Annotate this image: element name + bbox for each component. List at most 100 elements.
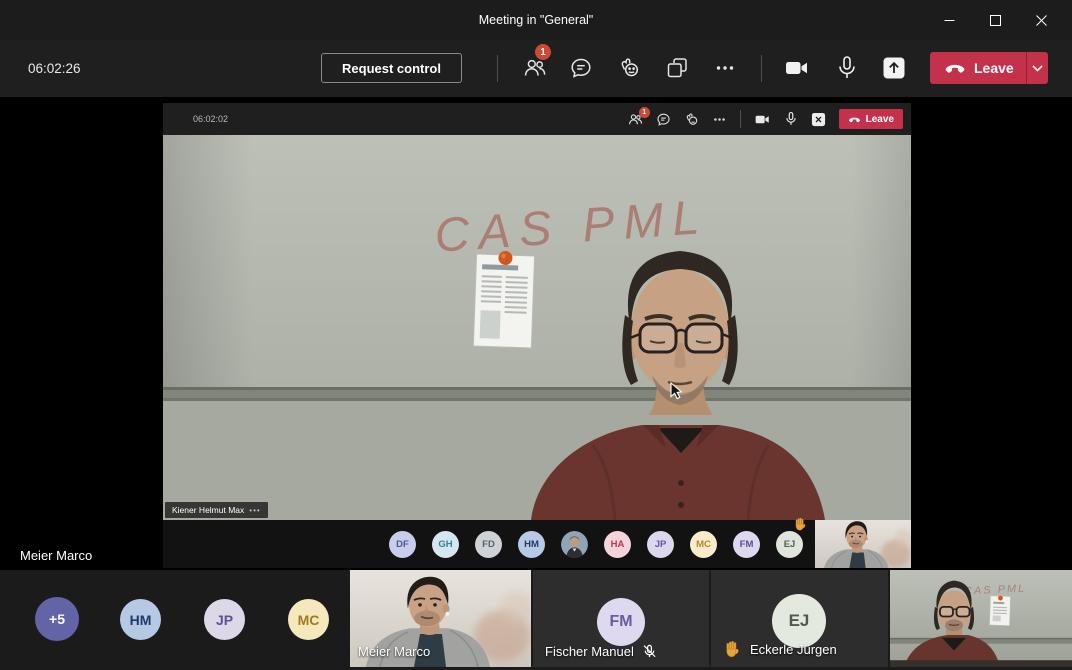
minimize-icon: [944, 15, 955, 26]
more-options-button[interactable]: [703, 48, 747, 88]
more-options-icon: •••: [249, 506, 260, 515]
avatar-initials: HA: [611, 539, 625, 550]
chat-icon: [569, 56, 593, 80]
whiteboard-video-scene: CAS PML: [163, 135, 911, 520]
leave-options-button[interactable]: [1026, 52, 1048, 84]
participant-avatar[interactable]: MC: [690, 531, 717, 558]
close-button[interactable]: [1018, 0, 1064, 40]
avatar-initials: HM: [524, 539, 539, 550]
stage-presenter-name: Meier Marco: [20, 548, 92, 563]
participant-avatar[interactable]: HM: [518, 531, 545, 558]
share-screen-button[interactable]: [872, 48, 916, 88]
participants-badge: 1: [639, 107, 650, 118]
toolbar-divider: [497, 55, 498, 82]
stop-share-icon: [811, 112, 826, 127]
participant-avatar[interactable]: JP: [647, 531, 674, 558]
shared-stop-share-button: [811, 112, 826, 127]
avatar-initials: MC: [696, 539, 711, 550]
shared-participant-strip: DF GH FD HM HA JP: [163, 520, 911, 568]
mic-off-icon: [642, 644, 657, 659]
participants-badge: 1: [535, 44, 551, 60]
shared-participants-button: 1: [628, 112, 643, 127]
pinned-paper: [473, 250, 534, 348]
avatar-initials: GH: [438, 539, 452, 550]
self-view-scene: [815, 520, 911, 568]
shared-self-view-video[interactable]: [815, 520, 911, 568]
leave-button[interactable]: Leave: [930, 52, 1026, 84]
participant-avatar[interactable]: JP: [204, 599, 245, 640]
chevron-down-icon: [1032, 65, 1043, 72]
shared-leave-button: Leave: [839, 109, 903, 129]
shared-reactions-button: [684, 112, 699, 127]
maximize-button[interactable]: [972, 0, 1018, 40]
request-control-button[interactable]: Request control: [321, 53, 462, 83]
meeting-toolbar: 06:02:26 Request control 1: [0, 40, 1072, 97]
reactions-icon: [617, 56, 641, 80]
audio-tile-fischer-manuel[interactable]: FM Fischer Manuel: [533, 570, 709, 667]
participant-name: Meier Marco: [358, 644, 430, 659]
camera-button[interactable]: [775, 48, 819, 88]
chat-button[interactable]: [559, 48, 603, 88]
avatar-initials: FM: [740, 539, 754, 550]
microphone-button[interactable]: [825, 48, 869, 88]
microphone-icon: [784, 111, 798, 127]
shared-screen-content[interactable]: 06:02:02 1: [163, 103, 911, 568]
avatar-initials: DF: [396, 539, 409, 550]
breakout-rooms-icon: [665, 56, 689, 80]
participant-avatar[interactable]: GH: [432, 531, 459, 558]
participants-button[interactable]: 1: [513, 48, 557, 88]
breakout-rooms-button[interactable]: [655, 48, 699, 88]
shared-camera-button: [754, 112, 771, 127]
audio-tile-eckerle-juergen[interactable]: EJ Eckerle Jürgen: [711, 570, 888, 667]
shared-more-options-button: [712, 112, 727, 127]
overflow-participants-avatar[interactable]: +5: [35, 597, 79, 641]
raised-hand-icon: [793, 517, 808, 532]
participant-avatar[interactable]: MC: [288, 599, 329, 640]
participant-avatar[interactable]: FM: [733, 531, 760, 558]
share-screen-icon: [882, 56, 906, 80]
overflow-count: +5: [49, 611, 65, 627]
shared-meeting-timer: 06:02:02: [193, 103, 228, 135]
window-title: Meeting in "General": [0, 0, 1072, 40]
toolbar-divider: [740, 110, 741, 128]
avatar-initials: JP: [216, 612, 233, 628]
camera-icon: [784, 56, 810, 80]
video-tile-whiteboard[interactable]: CAS PML: [890, 570, 1072, 667]
video-tile-meier-marco[interactable]: Meier Marco: [350, 570, 531, 667]
minimize-button[interactable]: [926, 0, 972, 40]
reactions-button[interactable]: [607, 48, 651, 88]
chat-icon: [656, 112, 671, 127]
meeting-timer: 06:02:26: [28, 40, 81, 97]
more-options-icon: [712, 112, 727, 127]
avatar-initials: EJ: [784, 539, 796, 550]
avatar-photo: [561, 531, 588, 558]
shared-microphone-button: [784, 111, 798, 127]
participant-filmstrip: +5 HM JP MC: [0, 570, 1072, 670]
participant-name: Kiener Helmut Max: [172, 505, 244, 515]
participant-avatar[interactable]: HM: [120, 599, 161, 640]
avatar-initials: HM: [130, 612, 152, 628]
maximize-icon: [990, 15, 1001, 26]
avatar-initials: JP: [655, 539, 667, 550]
leave-label: Leave: [866, 114, 894, 125]
hangup-icon: [848, 113, 861, 126]
participant-avatar[interactable]: HA: [604, 531, 631, 558]
shared-chat-button: [656, 112, 671, 127]
meeting-stage: 06:02:02 1: [0, 97, 1072, 570]
participant-avatar[interactable]: FD: [475, 531, 502, 558]
video-name-label[interactable]: Kiener Helmut Max •••: [165, 502, 268, 518]
close-icon: [1036, 15, 1047, 26]
avatar-initials: MC: [298, 612, 320, 628]
participant-photo-avatar[interactable]: [561, 531, 588, 558]
participant-avatar[interactable]: DF: [389, 531, 416, 558]
window-controls: [926, 0, 1064, 40]
avatar-initials: FD: [482, 539, 495, 550]
participant-avatar: FM: [597, 598, 645, 646]
camera-icon: [754, 112, 771, 127]
shared-meeting-toolbar: 06:02:02 1: [163, 103, 911, 135]
participant-avatar[interactable]: EJ: [776, 531, 803, 558]
raised-hand-icon: [723, 640, 742, 659]
more-options-icon: [713, 56, 737, 80]
leave-button-group: Leave: [930, 52, 1048, 84]
reactions-icon: [684, 112, 699, 127]
